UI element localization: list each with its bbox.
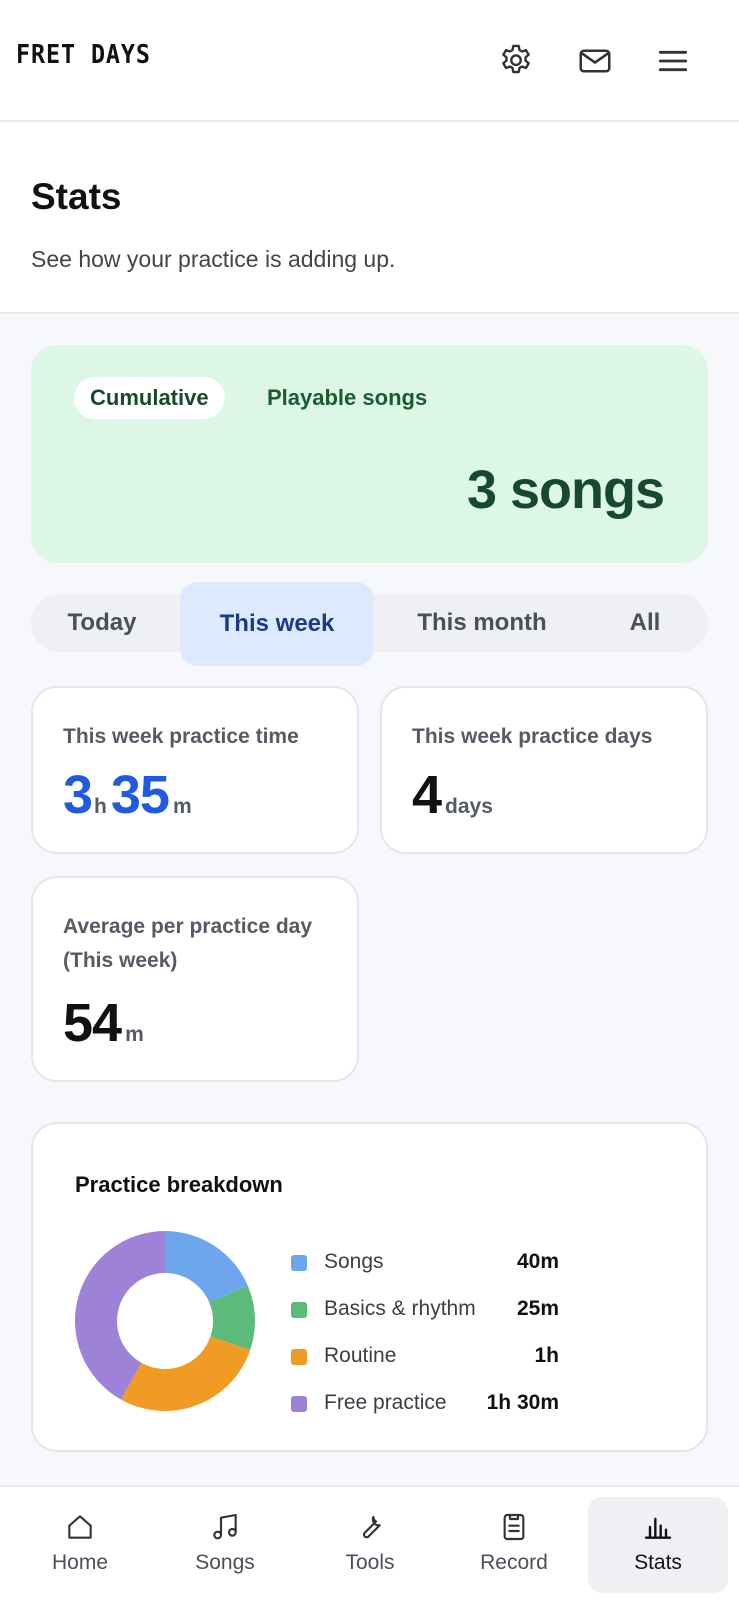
page-title: Stats — [31, 176, 122, 217]
legend-label: Basics & rhythm — [324, 1297, 476, 1320]
legend-swatch — [291, 1396, 307, 1412]
nav-home-label: Home — [51, 1551, 109, 1574]
nav-songs[interactable]: Songs — [155, 1497, 295, 1593]
menu-icon[interactable] — [654, 42, 692, 80]
days-unit: days — [445, 795, 493, 818]
legend-value: 40m — [516, 1250, 559, 1273]
practice-minutes: 35 — [110, 765, 170, 825]
practice-time-label: This week practice time — [63, 725, 299, 748]
practice-time-value: 3h35 m — [63, 764, 192, 826]
average-per-day-card: Average per practice day (This week) 54 m — [31, 876, 359, 1082]
gear-icon[interactable] — [497, 42, 535, 80]
nav-stats[interactable]: Stats — [588, 1497, 728, 1593]
practice-breakdown-title: Practice breakdown — [75, 1172, 283, 1197]
legend-row: Basics & rhythm 25m — [291, 1295, 559, 1325]
playable-songs-label: Playable songs — [267, 385, 428, 410]
bottom-nav: Home Songs Tools Record Stats — [0, 1485, 739, 1600]
tab-all[interactable]: All — [615, 594, 675, 652]
legend-value: 1h — [534, 1344, 559, 1367]
tab-this-month[interactable]: This month — [386, 594, 578, 652]
bar-chart-icon — [644, 1517, 672, 1539]
top-bar: FRET DAYS — [0, 0, 739, 122]
nav-stats-label: Stats — [634, 1551, 682, 1574]
practice-days-card: This week practice days 4 days — [380, 686, 708, 854]
practice-breakdown-card: Practice breakdown Songs 40m Basics & rhyt… — [31, 1122, 708, 1452]
nav-home[interactable]: Home — [10, 1497, 150, 1593]
practice-days-value: 4 days — [412, 764, 493, 826]
minutes-unit: m — [172, 795, 192, 818]
practice-time-card: This week practice time 3h35 m — [31, 686, 359, 854]
legend-value: 25m — [516, 1297, 559, 1320]
home-icon — [68, 1515, 92, 1539]
legend-label: Routine — [324, 1344, 397, 1367]
page-header: Stats See how your practice is adding up… — [0, 122, 739, 314]
wrench-icon — [362, 1515, 381, 1539]
donut-slice-routine — [120, 1336, 251, 1411]
average-value: 54 m — [63, 992, 144, 1054]
nav-record[interactable]: Record — [444, 1497, 584, 1593]
legend-swatch — [291, 1255, 307, 1271]
cumulative-badge: Cumulative — [74, 377, 225, 419]
page-subtitle: See how your practice is adding up. — [31, 246, 396, 272]
legend-row: Routine 1h — [291, 1342, 559, 1372]
legend-label: Free practice — [324, 1391, 447, 1414]
tab-today[interactable]: Today — [31, 594, 173, 652]
practice-days-label: This week practice days — [412, 725, 653, 748]
nav-record-label: Record — [480, 1551, 548, 1574]
average-unit: m — [125, 1023, 144, 1046]
legend-row: Free practice 1h 30m — [291, 1389, 559, 1419]
mail-icon[interactable] — [576, 42, 614, 80]
clipboard-icon — [503, 1513, 525, 1541]
average-label: Average per practice day (This week) — [63, 915, 313, 972]
playable-songs-value: 3 songs — [466, 460, 665, 520]
nav-songs-label: Songs — [195, 1551, 255, 1574]
practice-days-number: 4 — [412, 765, 442, 825]
practice-donut-chart — [74, 1231, 255, 1411]
practice-hours: 3 — [63, 765, 93, 825]
period-tabs: Today This week This month All — [31, 582, 708, 666]
nav-tools-label: Tools — [345, 1551, 395, 1574]
playable-songs-card: Cumulative Playable songs 3 songs — [31, 345, 708, 563]
legend-swatch — [291, 1349, 307, 1365]
music-note-icon — [213, 1513, 237, 1540]
brand-logo[interactable]: FRET DAYS — [16, 40, 151, 70]
legend-value: 1h 30m — [486, 1391, 559, 1414]
legend-swatch — [291, 1302, 307, 1318]
hours-unit: h — [94, 795, 107, 818]
tab-this-week[interactable]: This week — [180, 582, 374, 666]
legend-label: Songs — [324, 1250, 384, 1273]
legend-row: Songs 40m — [291, 1248, 559, 1278]
nav-tools[interactable]: Tools — [300, 1497, 440, 1593]
average-number: 54 — [63, 993, 122, 1053]
